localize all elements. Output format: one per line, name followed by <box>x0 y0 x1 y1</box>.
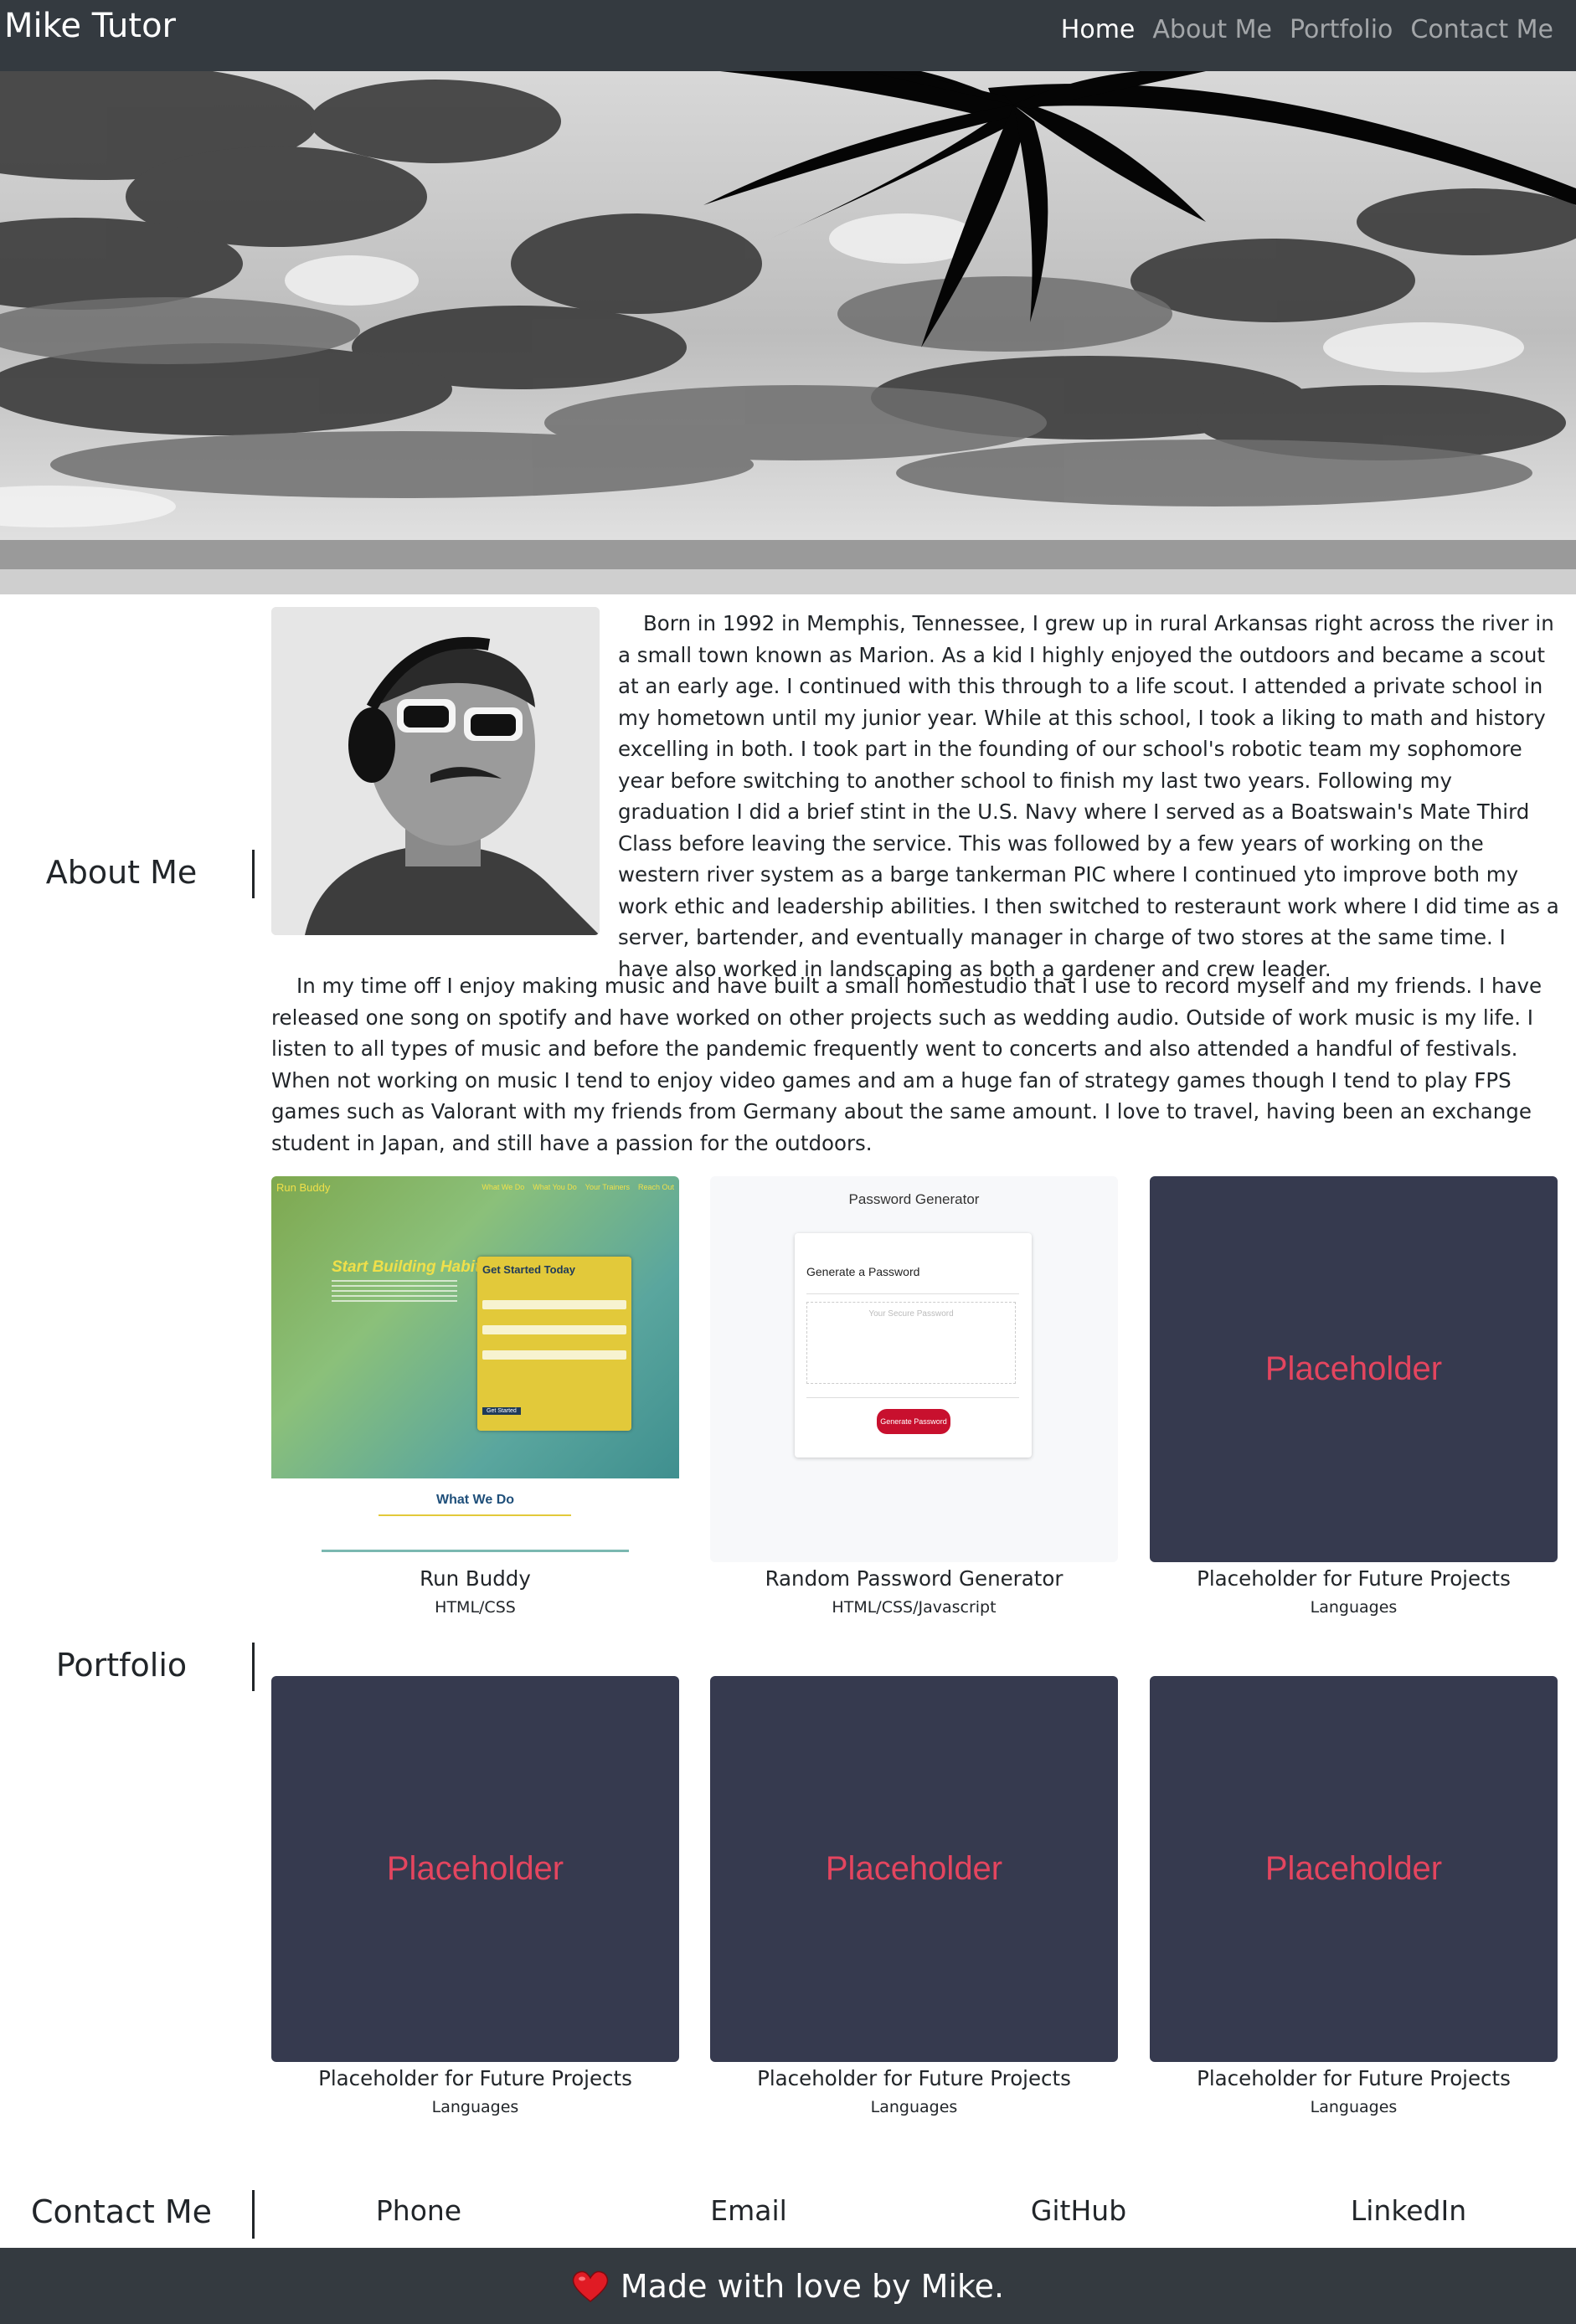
about-paragraph-1-text: Born in 1992 in Memphis, Tennessee, I gr… <box>618 611 1559 981</box>
password-generator-card-title: Generate a Password <box>806 1265 920 1278</box>
portfolio-section-title: Portfolio <box>55 1647 188 1684</box>
project-placeholder-image[interactable]: Placeholder <box>710 1676 1118 2062</box>
project-languages: Languages <box>431 2098 519 2116</box>
navbar: Mike Tutor Home About Me Portfolio Conta… <box>0 0 1576 71</box>
contact-divider <box>252 2190 255 2239</box>
about-section-title: About Me <box>45 854 198 891</box>
hero-beach-image <box>0 71 1576 594</box>
run-buddy-signup-form: Get Started Today Get Started <box>477 1257 631 1431</box>
nav-link-portfolio[interactable]: Portfolio <box>1290 11 1393 49</box>
profile-photo <box>271 607 600 935</box>
project-card-placeholder[interactable]: Placeholder Placeholder for Future Proje… <box>1150 1176 1558 1619</box>
run-buddy-nav-item: Your Trainers <box>585 1183 630 1191</box>
project-card-placeholder[interactable]: Placeholder Placeholder for Future Proje… <box>271 1676 679 2119</box>
contact-link-email[interactable]: Email <box>665 2190 832 2232</box>
project-title[interactable]: Placeholder for Future Projects <box>271 2065 679 2092</box>
project-card-run-buddy[interactable]: Run Buddy What We Do What You Do Your Tr… <box>271 1176 679 1619</box>
project-placeholder-image[interactable]: Placeholder <box>1150 1676 1558 2062</box>
footer-text: Made with love by Mike. <box>620 2267 1005 2305</box>
contact-link-linkedin[interactable]: LinkedIn <box>1325 2190 1492 2232</box>
run-buddy-section-copy <box>322 1550 629 1552</box>
project-languages: Languages <box>1310 2098 1398 2116</box>
nav-links: Home About Me Portfolio Contact Me <box>1061 11 1553 49</box>
run-buddy-headline: Start Building Habits. <box>332 1258 494 1276</box>
project-card-placeholder[interactable]: Placeholder Placeholder for Future Proje… <box>1150 1676 1558 2119</box>
run-buddy-nav-item: Reach Out <box>637 1183 674 1191</box>
about-paragraph-1: Born in 1992 in Memphis, Tennessee, I gr… <box>618 608 1559 985</box>
nav-link-contact[interactable]: Contact Me <box>1410 11 1553 49</box>
contact-link-github[interactable]: GitHub <box>995 2190 1162 2232</box>
project-card-placeholder[interactable]: Placeholder Placeholder for Future Proje… <box>710 1676 1118 2119</box>
hero-banner <box>0 71 1576 594</box>
project-title[interactable]: Placeholder for Future Projects <box>1150 1566 1558 1592</box>
project-title[interactable]: Run Buddy <box>271 1566 679 1592</box>
project-screenshot-password-generator[interactable]: Password Generator Generate a Password Y… <box>710 1176 1118 1562</box>
nav-link-home[interactable]: Home <box>1061 11 1136 49</box>
run-buddy-form-field <box>482 1350 626 1360</box>
run-buddy-nav: What We Do What You Do Your Trainers Rea… <box>482 1183 674 1191</box>
project-languages: Languages <box>1310 1598 1398 1617</box>
run-buddy-form-title: Get Started Today <box>482 1263 576 1276</box>
placeholder-text: Placeholder <box>825 1850 1003 1887</box>
about-paragraph-2-text: In my time off I enjoy making music and … <box>271 974 1543 1155</box>
project-title[interactable]: Placeholder for Future Projects <box>710 2065 1118 2092</box>
password-generator-heading: Password Generator <box>848 1191 980 1207</box>
password-output: Your Secure Password <box>806 1302 1016 1384</box>
run-buddy-section-title: What We Do <box>435 1493 515 1507</box>
project-languages: Languages <box>870 2098 958 2116</box>
password-generator-rule <box>806 1293 1019 1294</box>
heart-icon <box>572 2270 609 2303</box>
project-placeholder-image[interactable]: Placeholder <box>1150 1176 1558 1562</box>
project-languages: HTML/CSS/Javascript <box>832 1598 997 1617</box>
run-buddy-hero-copy <box>332 1280 457 1303</box>
project-title[interactable]: Random Password Generator <box>710 1566 1118 1592</box>
project-card-password-generator[interactable]: Password Generator Generate a Password Y… <box>710 1176 1118 1619</box>
placeholder-text: Placeholder <box>1264 1850 1443 1887</box>
project-screenshot-run-buddy[interactable]: Run Buddy What We Do What You Do Your Tr… <box>271 1176 679 1562</box>
portfolio-divider <box>252 1643 255 1691</box>
run-buddy-nav-item: What We Do <box>482 1183 525 1191</box>
password-generator-rule <box>806 1397 1019 1398</box>
generate-password-button: Generate Password <box>877 1409 950 1434</box>
run-buddy-underline <box>379 1514 571 1516</box>
run-buddy-form-field <box>482 1325 626 1334</box>
project-languages: HTML/CSS <box>435 1598 516 1617</box>
about-paragraph-2: In my time off I enjoy making music and … <box>271 970 1559 1159</box>
run-buddy-nav-item: What You Do <box>533 1183 577 1191</box>
placeholder-text: Placeholder <box>1264 1350 1443 1387</box>
contact-link-phone[interactable]: Phone <box>335 2190 502 2232</box>
contact-section-title: Contact Me <box>30 2193 213 2230</box>
brand-link[interactable]: Mike Tutor <box>4 5 176 47</box>
placeholder-text: Placeholder <box>386 1850 564 1887</box>
run-buddy-form-button: Get Started <box>482 1407 521 1415</box>
project-title[interactable]: Placeholder for Future Projects <box>1150 2065 1558 2092</box>
project-placeholder-image[interactable]: Placeholder <box>271 1676 679 2062</box>
password-generator-card: Generate a Password Your Secure Password… <box>795 1233 1032 1458</box>
run-buddy-form-field <box>482 1300 626 1309</box>
nav-link-about[interactable]: About Me <box>1152 11 1272 49</box>
about-divider <box>252 850 255 898</box>
run-buddy-logo: Run Buddy <box>276 1181 331 1194</box>
footer: Made with love by Mike. <box>0 2248 1576 2324</box>
